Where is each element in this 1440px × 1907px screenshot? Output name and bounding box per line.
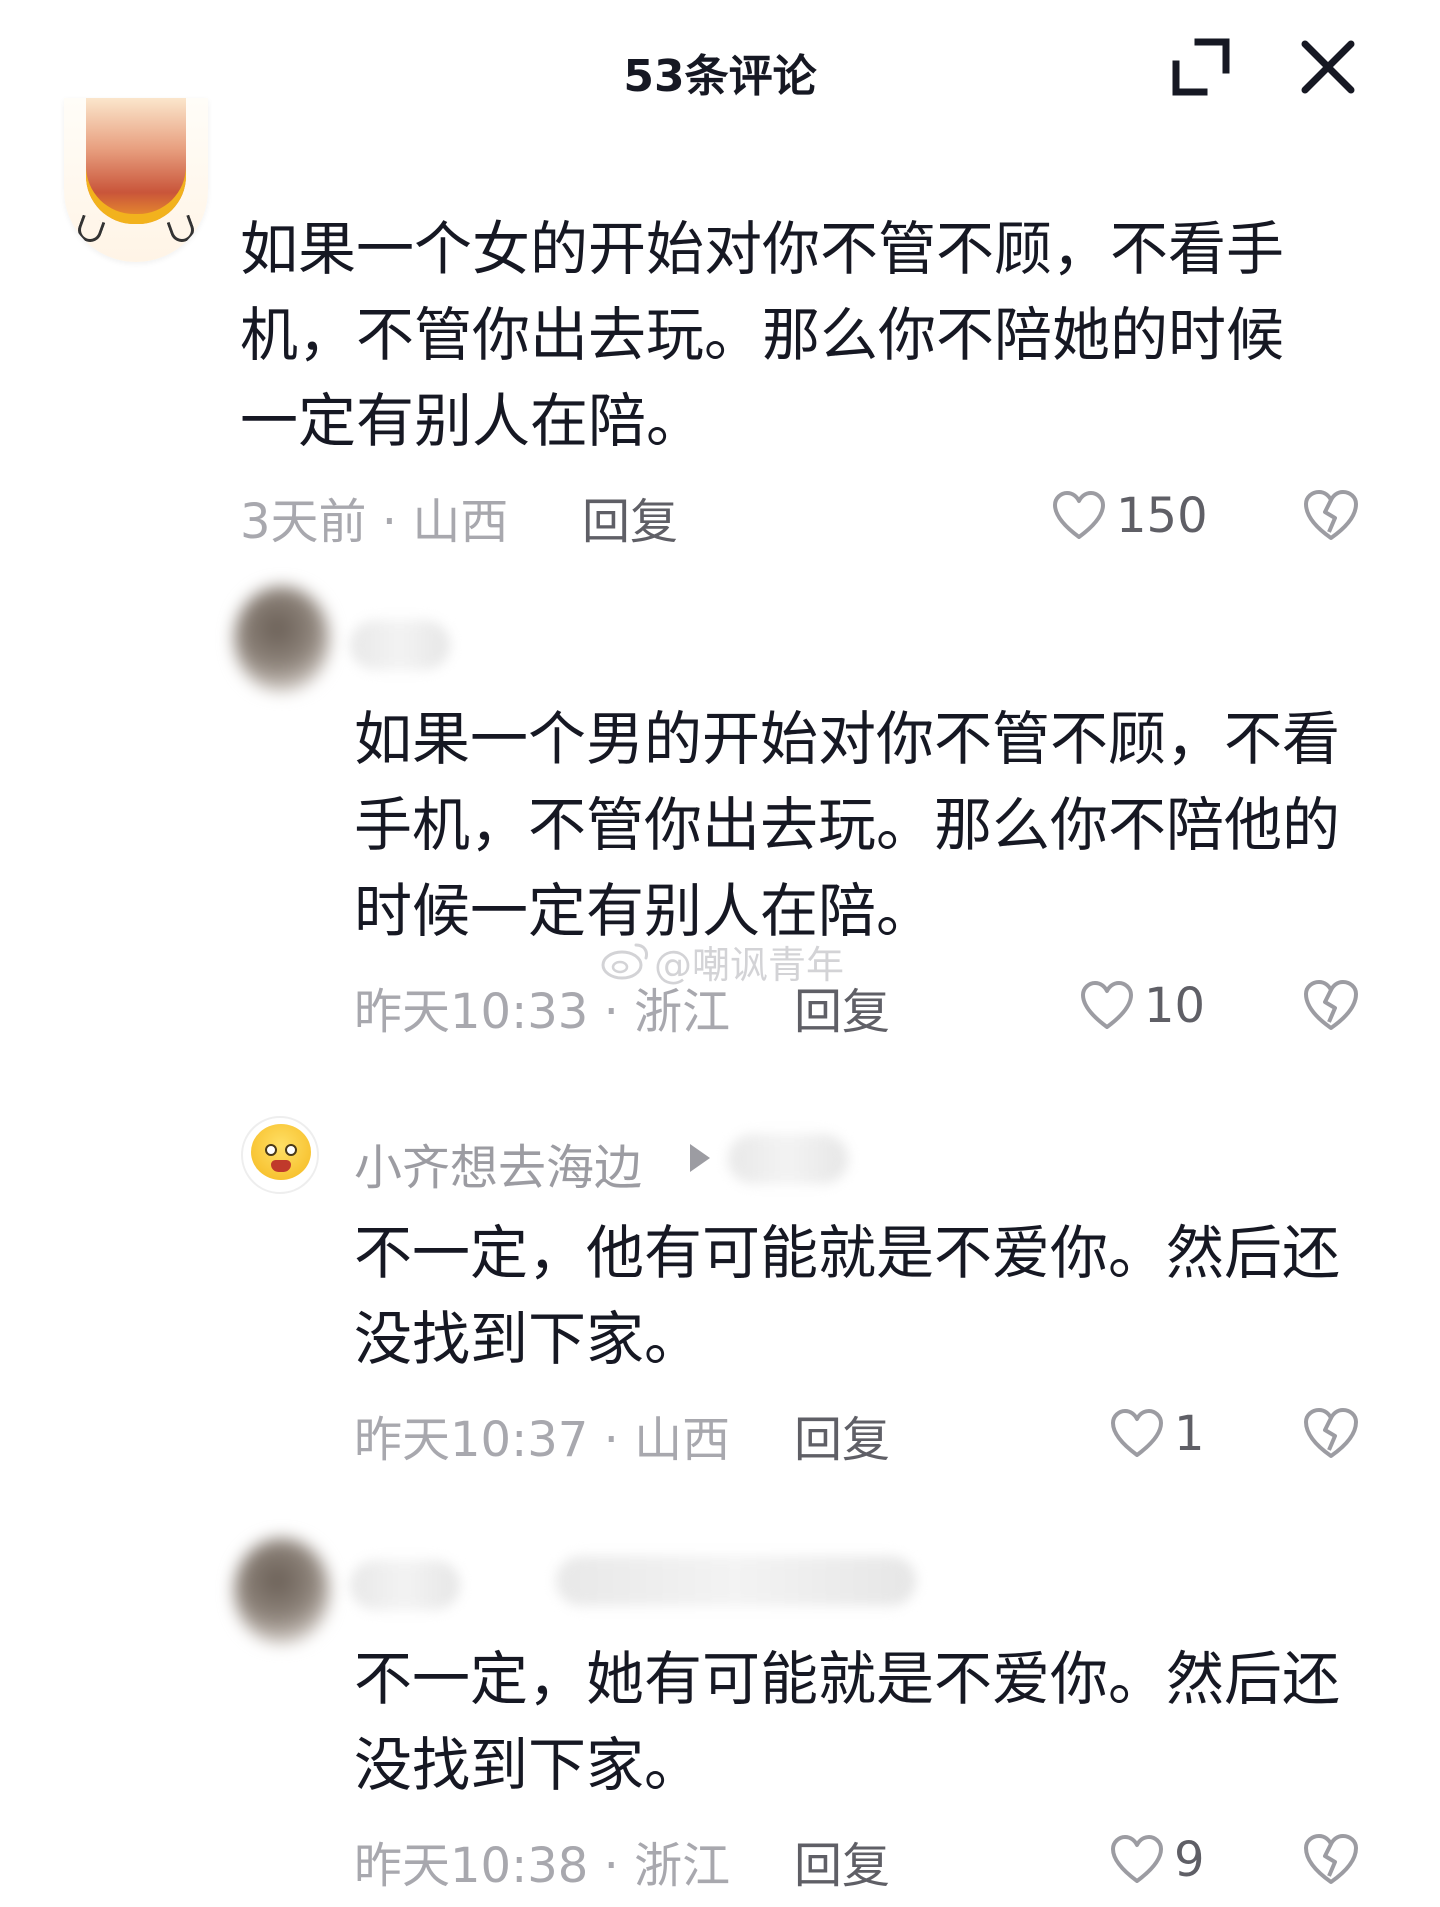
- avatar[interactable]: [64, 98, 208, 262]
- heart-icon: [1081, 981, 1133, 1029]
- avatar[interactable]: [234, 586, 330, 692]
- avatar[interactable]: [234, 1538, 330, 1644]
- broken-heart-icon: [1304, 980, 1358, 1030]
- reply-button[interactable]: 回复: [794, 1400, 890, 1470]
- dislike-button[interactable]: [1303, 1832, 1359, 1888]
- comments-header: 53条评论: [0, 0, 1440, 130]
- comment-text: 不一定，他有可能就是不爱你。然后还没找到下家。: [354, 1219, 1341, 1373]
- expand-button[interactable]: [1168, 34, 1234, 100]
- comment-text: 如果一个男的开始对你不管不顾，不看手机，不管你出去玩。那么你不陪他的时候一定有别…: [354, 705, 1341, 945]
- reply-target-blurred[interactable]: [728, 1134, 848, 1184]
- heart-icon: [1111, 1409, 1163, 1457]
- like-count: 9: [1174, 1832, 1205, 1888]
- close-icon: [1301, 40, 1355, 94]
- comment-text: 如果一个女的开始对你不管不顾，不看手机，不管你出去玩。那么你不陪她的时候一定有别…: [240, 215, 1285, 455]
- avatar-mouth: [271, 1160, 291, 1172]
- reply-button[interactable]: 回复: [794, 1826, 890, 1896]
- like-count: 1: [1174, 1406, 1205, 1462]
- expand-icon: [1172, 38, 1230, 96]
- broken-heart-icon: [1304, 490, 1358, 540]
- crying-face-icon: [251, 1124, 311, 1180]
- like-count: 10: [1144, 978, 1206, 1034]
- comment-meta: 昨天10:33 · 浙江: [354, 984, 731, 1040]
- avatar-eye-left: [265, 1144, 277, 1156]
- heart-icon: [1111, 1835, 1163, 1883]
- broken-heart-icon: [1304, 1408, 1358, 1458]
- username[interactable]: 小齐想去海边: [354, 1128, 642, 1198]
- dislike-button[interactable]: [1303, 978, 1359, 1034]
- reply-button[interactable]: 回复: [582, 482, 678, 552]
- comment-meta: 3天前 · 山西: [240, 494, 509, 550]
- comments-panel: 53条评论 如果一个女的开始对你不管不顾，不看手机，不管你出去玩。那么你不陪她的…: [0, 0, 1440, 1907]
- close-button[interactable]: [1295, 34, 1361, 100]
- avatar-eye-right: [285, 1144, 297, 1156]
- username-blurred[interactable]: [350, 620, 450, 670]
- like-button[interactable]: 1: [1110, 1404, 1205, 1464]
- reply-button[interactable]: 回复: [794, 972, 890, 1042]
- heart-icon: [1053, 491, 1105, 539]
- reply-target-blurred[interactable]: [556, 1556, 916, 1606]
- reply-to-arrow-icon: [690, 1144, 710, 1172]
- dislike-button[interactable]: [1303, 488, 1359, 544]
- username-blurred[interactable]: [350, 1560, 460, 1610]
- comment-meta: 昨天10:38 · 浙江: [354, 1838, 731, 1894]
- like-button[interactable]: 9: [1110, 1830, 1205, 1890]
- dislike-button[interactable]: [1303, 1406, 1359, 1462]
- avatar-flame-image: [86, 98, 186, 224]
- like-count: 150: [1116, 488, 1208, 544]
- like-button[interactable]: 150: [1052, 486, 1208, 546]
- comment-text: 不一定，她有可能就是不爱你。然后还没找到下家。: [354, 1645, 1341, 1799]
- avatar-paw-right: [166, 214, 198, 246]
- like-button[interactable]: 10: [1080, 976, 1205, 1036]
- avatar-paw-left: [74, 214, 106, 246]
- avatar[interactable]: [241, 1116, 319, 1194]
- comment-meta: 昨天10:37 · 山西: [354, 1412, 731, 1468]
- broken-heart-icon: [1304, 1834, 1358, 1884]
